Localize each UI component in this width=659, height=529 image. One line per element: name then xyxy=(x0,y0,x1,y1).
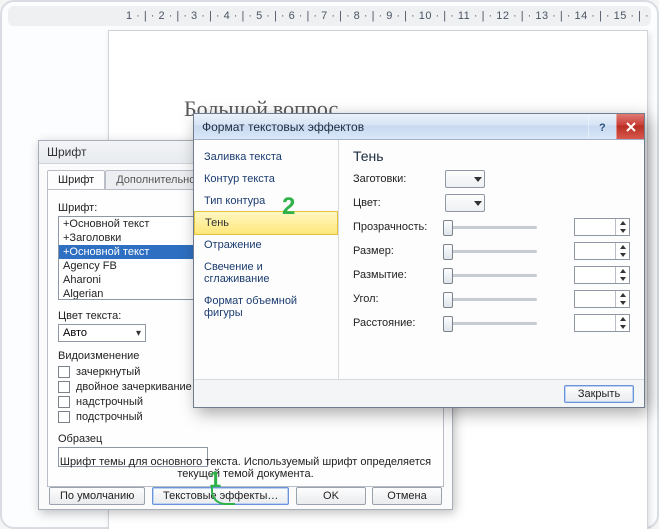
font-listbox[interactable]: +Основной текст +Заголовки +Основной тек… xyxy=(58,216,208,300)
distance-label: Расстояние: xyxy=(353,317,437,329)
checkbox-subscript[interactable]: подстрочный xyxy=(58,411,433,423)
list-item[interactable]: +Заголовки xyxy=(59,231,207,245)
presets-label: Заготовки: xyxy=(353,173,437,185)
angle-spin[interactable] xyxy=(574,290,630,308)
sidebar-item-outline[interactable]: Контур текста xyxy=(194,168,338,190)
tab-font[interactable]: Шрифт xyxy=(47,170,105,189)
checkbox-label: двойное зачеркивание xyxy=(76,381,192,393)
svg-text:?: ? xyxy=(599,122,606,133)
size-spin[interactable] xyxy=(574,242,630,260)
default-button[interactable]: По умолчанию xyxy=(49,487,145,505)
distance-slider[interactable] xyxy=(445,322,537,325)
transparency-slider[interactable] xyxy=(445,226,537,229)
sidebar-item-glow[interactable]: Свечение и сглаживание xyxy=(194,256,338,290)
blur-spin[interactable] xyxy=(574,266,630,284)
text-effects-dialog: Формат текстовых эффектов ? Заливка текс… xyxy=(193,113,645,408)
sidebar-item-fill[interactable]: Заливка текста xyxy=(194,146,338,168)
fx-panel-heading: Тень xyxy=(353,148,630,164)
tab-advanced[interactable]: Дополнительно xyxy=(105,170,206,189)
sidebar-item-3d[interactable]: Формат объемной фигуры xyxy=(194,290,338,324)
text-color-value: Авто xyxy=(63,327,87,339)
distance-spin[interactable] xyxy=(574,314,630,332)
text-effects-button[interactable]: Текстовые эффекты… xyxy=(152,487,289,505)
blur-label: Размытие: xyxy=(353,269,437,281)
help-window-button[interactable]: ? xyxy=(588,114,616,139)
sidebar-item-reflection[interactable]: Отражение xyxy=(194,234,338,256)
list-item[interactable]: Aharoni xyxy=(59,273,207,287)
sidebar-item-outline-type[interactable]: Тип контура xyxy=(194,190,338,212)
shadow-color-label: Цвет: xyxy=(353,197,437,209)
fx-titlebar[interactable]: Формат текстовых эффектов ? xyxy=(194,114,644,140)
size-label: Размер: xyxy=(353,245,437,257)
angle-label: Угол: xyxy=(353,293,437,305)
cancel-button[interactable]: Отмена xyxy=(372,487,442,505)
list-item[interactable]: +Основной текст xyxy=(59,217,207,231)
shadow-color-combo[interactable] xyxy=(445,194,485,212)
sidebar-item-shadow[interactable]: Тень xyxy=(194,211,338,235)
transparency-label: Прозрачность: xyxy=(353,221,437,233)
size-slider[interactable] xyxy=(445,250,537,253)
close-window-button[interactable] xyxy=(616,114,644,139)
ok-button[interactable]: OK xyxy=(296,487,366,505)
list-item[interactable]: +Основной текст xyxy=(59,245,207,259)
text-color-combo[interactable]: Авто ▾ xyxy=(58,324,146,342)
sample-label: Образец xyxy=(58,433,433,445)
close-button[interactable]: Закрыть xyxy=(564,385,634,403)
chevron-down-icon: ▾ xyxy=(136,328,141,339)
list-item[interactable]: Agency FB xyxy=(59,259,207,273)
fx-category-list: Заливка текста Контур текста Тип контура… xyxy=(194,140,339,379)
list-item[interactable]: Algerian xyxy=(59,287,207,300)
checkbox-label: надстрочный xyxy=(76,396,143,408)
fx-dialog-title: Формат текстовых эффектов xyxy=(202,120,364,134)
checkbox-label: зачеркнутый xyxy=(76,366,140,378)
font-hint: Шрифт темы для основного текста. Использ… xyxy=(58,456,433,480)
presets-combo[interactable] xyxy=(445,170,485,188)
transparency-spin[interactable] xyxy=(574,218,630,236)
horizontal-ruler: 1 · | · 2 · | · 3 · | · 4 · | · 5 · | · … xyxy=(8,6,651,26)
blur-slider[interactable] xyxy=(445,274,537,277)
angle-slider[interactable] xyxy=(445,298,537,301)
checkbox-label: подстрочный xyxy=(76,411,143,423)
